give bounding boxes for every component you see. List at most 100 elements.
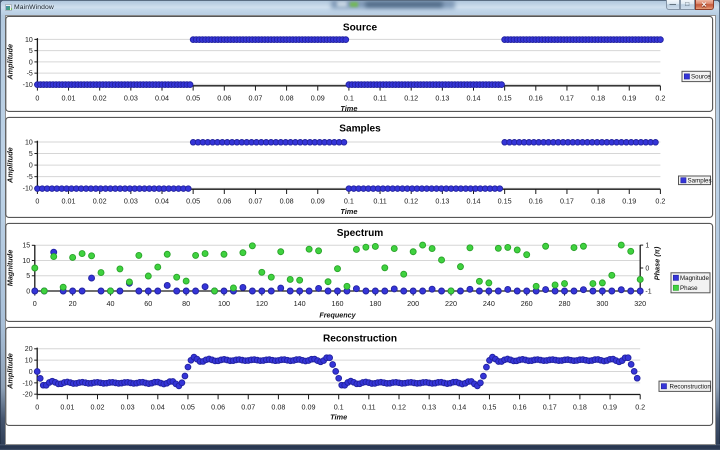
svg-text:Amplitude: Amplitude [5, 147, 14, 184]
svg-text:0.17: 0.17 [543, 402, 557, 411]
svg-text:0.13: 0.13 [435, 197, 449, 206]
svg-text:-10: -10 [23, 82, 33, 89]
svg-text:0.18: 0.18 [591, 94, 605, 103]
svg-text:Source: Source [343, 23, 378, 34]
svg-text:0.03: 0.03 [124, 94, 138, 103]
svg-text:Samples: Samples [688, 177, 712, 184]
svg-text:0.01: 0.01 [62, 94, 76, 103]
svg-text:10: 10 [22, 258, 30, 265]
svg-text:0.13: 0.13 [422, 402, 436, 411]
svg-text:0.1: 0.1 [334, 402, 344, 411]
svg-text:0.16: 0.16 [513, 402, 527, 411]
svg-text:0.17: 0.17 [560, 94, 574, 103]
svg-text:0.03: 0.03 [121, 402, 135, 411]
svg-text:0.04: 0.04 [155, 197, 169, 206]
svg-text:0.08: 0.08 [280, 197, 294, 206]
svg-text:0.17: 0.17 [560, 197, 574, 206]
svg-text:0.05: 0.05 [181, 402, 195, 411]
svg-text:-10: -10 [22, 380, 32, 387]
svg-text:5: 5 [29, 48, 33, 55]
svg-text:180: 180 [369, 299, 381, 308]
svg-text:240: 240 [483, 299, 495, 308]
svg-text:0.04: 0.04 [155, 94, 169, 103]
svg-text:Time: Time [340, 104, 357, 113]
svg-text:-10: -10 [23, 186, 33, 193]
svg-text:Time: Time [330, 413, 347, 422]
svg-text:0.02: 0.02 [93, 94, 107, 103]
svg-text:0.15: 0.15 [498, 197, 512, 206]
svg-text:-20: -20 [22, 392, 32, 399]
svg-text:0.11: 0.11 [373, 94, 386, 103]
svg-text:0: 0 [29, 59, 33, 66]
svg-text:5: 5 [29, 151, 33, 158]
svg-text:-1: -1 [645, 288, 651, 295]
svg-text:0: 0 [26, 288, 30, 295]
svg-text:0.11: 0.11 [362, 402, 375, 411]
svg-text:Phase (π): Phase (π) [653, 246, 662, 280]
svg-text:0.07: 0.07 [248, 94, 262, 103]
svg-text:0.12: 0.12 [404, 197, 418, 206]
svg-text:100: 100 [218, 299, 230, 308]
svg-text:20: 20 [25, 346, 33, 353]
svg-text:40: 40 [106, 299, 114, 308]
svg-text:0.01: 0.01 [62, 197, 76, 206]
svg-text:10: 10 [25, 358, 33, 365]
svg-text:0.12: 0.12 [392, 402, 406, 411]
svg-text:1: 1 [645, 243, 649, 250]
svg-text:160: 160 [332, 299, 344, 308]
svg-text:0.1: 0.1 [344, 197, 354, 206]
svg-text:0.02: 0.02 [93, 197, 107, 206]
svg-text:0.19: 0.19 [603, 402, 617, 411]
svg-text:Magnitude: Magnitude [680, 275, 709, 282]
svg-text:Phase: Phase [680, 285, 698, 292]
svg-text:60: 60 [144, 299, 152, 308]
svg-text:0.2: 0.2 [655, 197, 665, 206]
svg-text:Reconstruction: Reconstruction [670, 383, 712, 390]
svg-text:-5: -5 [27, 174, 33, 181]
svg-text:Frequency: Frequency [319, 311, 356, 320]
svg-text:320: 320 [634, 299, 646, 308]
svg-text:0.15: 0.15 [482, 402, 496, 411]
svg-text:0.09: 0.09 [311, 94, 325, 103]
svg-text:0: 0 [35, 197, 39, 206]
svg-text:0.2: 0.2 [655, 94, 665, 103]
svg-text:Magnitude: Magnitude [5, 250, 14, 286]
svg-text:0.07: 0.07 [241, 402, 255, 411]
svg-text:20: 20 [69, 299, 77, 308]
svg-text:300: 300 [596, 299, 608, 308]
svg-text:10: 10 [25, 37, 33, 44]
svg-text:220: 220 [445, 299, 457, 308]
svg-text:0.16: 0.16 [529, 197, 543, 206]
svg-text:0.19: 0.19 [622, 197, 636, 206]
svg-text:200: 200 [407, 299, 419, 308]
svg-text:0.06: 0.06 [217, 197, 231, 206]
svg-text:Spectrum: Spectrum [337, 228, 384, 239]
svg-text:0.16: 0.16 [529, 94, 543, 103]
svg-text:0: 0 [33, 299, 37, 308]
svg-text:0.05: 0.05 [186, 94, 200, 103]
svg-text:10: 10 [25, 139, 33, 146]
svg-text:0.03: 0.03 [124, 197, 138, 206]
svg-text:0.15: 0.15 [498, 94, 512, 103]
svg-text:260: 260 [521, 299, 533, 308]
svg-text:0.02: 0.02 [91, 402, 105, 411]
svg-text:5: 5 [26, 273, 30, 280]
svg-text:Reconstruction: Reconstruction [323, 334, 397, 345]
svg-text:0.09: 0.09 [311, 197, 325, 206]
svg-text:0: 0 [35, 402, 39, 411]
svg-text:0.07: 0.07 [248, 197, 262, 206]
svg-text:0.19: 0.19 [622, 94, 636, 103]
svg-text:0.14: 0.14 [467, 197, 481, 206]
svg-text:0: 0 [645, 265, 649, 272]
svg-text:-5: -5 [27, 71, 33, 78]
svg-text:0.05: 0.05 [186, 197, 200, 206]
svg-text:0.09: 0.09 [302, 402, 316, 411]
svg-text:0: 0 [29, 369, 33, 376]
svg-text:0.04: 0.04 [151, 402, 165, 411]
svg-text:280: 280 [559, 299, 571, 308]
svg-text:0.06: 0.06 [217, 94, 231, 103]
svg-text:Time: Time [340, 207, 357, 216]
svg-text:0.12: 0.12 [404, 94, 418, 103]
svg-text:Amplitude: Amplitude [5, 44, 14, 81]
svg-text:Samples: Samples [339, 124, 381, 135]
